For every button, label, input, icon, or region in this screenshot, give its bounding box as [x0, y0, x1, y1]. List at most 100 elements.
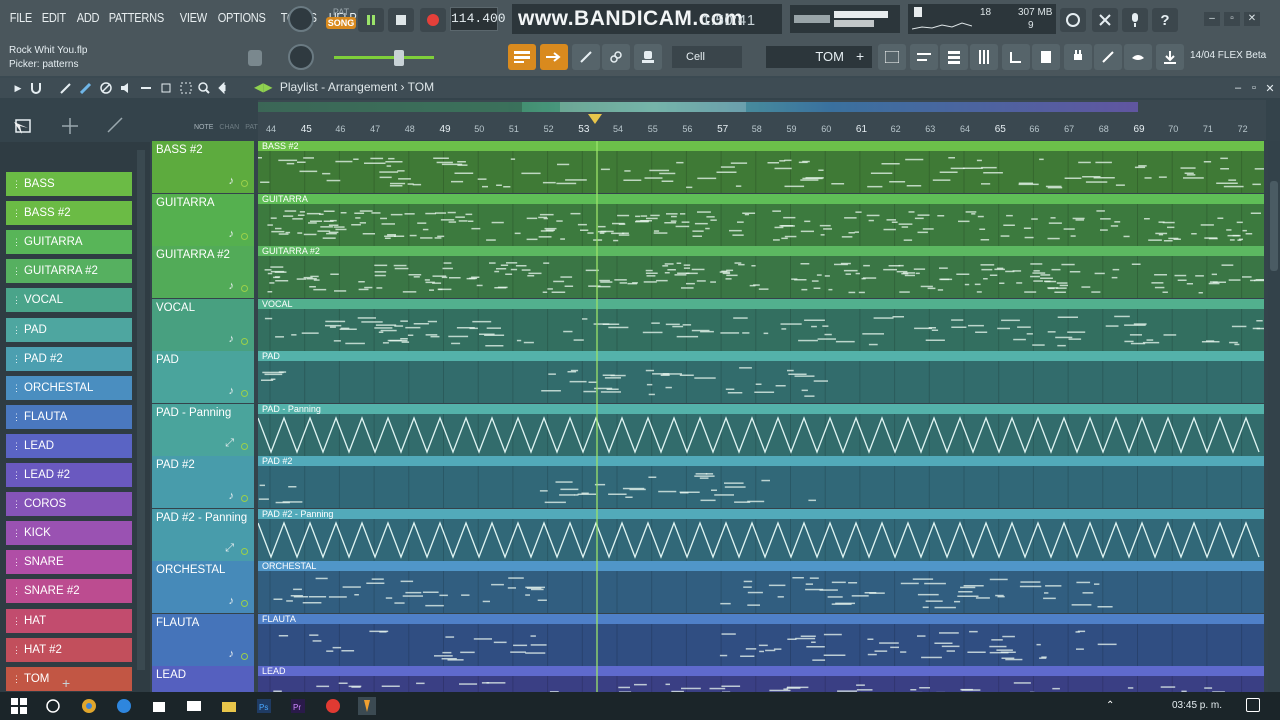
magnet-icon[interactable] [28, 80, 44, 96]
playlist-track[interactable]: PAD ♪ PAD [152, 351, 1268, 403]
project-button[interactable] [1032, 44, 1060, 70]
playlist-menu-arrow-icon[interactable]: ▶ [10, 80, 26, 96]
playlist-track[interactable]: PAD #2 - Panning ⤢ PAD #2 - Panning [152, 508, 1268, 561]
track-mute-led[interactable] [241, 495, 248, 502]
notification-icon[interactable] [1246, 698, 1260, 712]
menu-add[interactable]: ADD [75, 10, 101, 25]
playlist-track[interactable]: GUITARRA ♪ GUITARRA [152, 193, 1268, 246]
tray-arrow-icon[interactable]: ⌃ [1106, 700, 1114, 711]
playlist-window-button[interactable] [878, 44, 906, 70]
record-button[interactable] [420, 8, 446, 32]
add-pattern-button[interactable]: + [856, 48, 864, 64]
channel-rack-button[interactable] [940, 44, 968, 70]
track-header[interactable]: LEAD♪ [152, 666, 254, 692]
automation-clip[interactable]: PAD - Panning [258, 403, 1264, 456]
premiere-icon[interactable]: Pr [289, 697, 307, 715]
picker-item[interactable]: ⋮ PAD #2 [6, 346, 132, 371]
track-header[interactable]: BASS #2 ♪ [152, 141, 254, 193]
playlist-track[interactable]: PAD - Panning ⤢ PAD - Panning [152, 403, 1268, 456]
select-icon[interactable] [178, 80, 194, 96]
tempo-tapper-button[interactable] [1094, 44, 1122, 70]
slip-icon[interactable] [138, 80, 154, 96]
picker-item[interactable]: ⋮ HAT [6, 608, 132, 633]
picker-item[interactable]: ⋮ FLAUTA [6, 404, 132, 429]
menu-patterns[interactable]: PATTERNS [107, 10, 166, 25]
menu-edit[interactable]: EDIT [40, 10, 68, 25]
pattern-clip[interactable]: PAD #2 [258, 456, 1264, 508]
playlist-track[interactable]: LEAD♪LEAD [152, 666, 1268, 692]
song-mode-label[interactable]: SONG [326, 17, 356, 29]
mail-icon[interactable] [185, 697, 203, 715]
playlist-maximize-button[interactable]: ▫ [1246, 80, 1262, 96]
edge-icon[interactable] [115, 697, 133, 715]
track-mute-led[interactable] [241, 390, 248, 397]
track-header[interactable]: PAD #2 - Panning ⤢ [152, 508, 254, 561]
snap-selector[interactable]: Cell [672, 46, 742, 68]
mute-tool-icon[interactable] [118, 80, 134, 96]
picker-item[interactable]: ⋮ HAT #2 [6, 637, 132, 662]
track-mute-led[interactable] [241, 285, 248, 292]
pattern-clip[interactable]: ORCHESTAL [258, 561, 1264, 613]
master-volume-knob[interactable] [288, 6, 314, 32]
track-header[interactable]: VOCAL ♪ [152, 298, 254, 351]
playlist-track[interactable]: ORCHESTAL ♪ ORCHESTAL [152, 561, 1268, 613]
piano-roll-button[interactable] [910, 44, 938, 70]
track-header[interactable]: PAD ♪ [152, 351, 254, 403]
store-icon[interactable] [150, 697, 168, 715]
menu-view[interactable]: VIEW [178, 10, 209, 25]
help-button[interactable]: ? [1152, 8, 1178, 32]
playlist-close-button[interactable]: ✕ [1262, 80, 1278, 96]
picker-item[interactable]: ⋮ GUITARRA [6, 230, 132, 255]
picker-item[interactable]: ⋮ COROS [6, 492, 132, 517]
playlist-minimize-button[interactable]: – [1230, 80, 1246, 96]
playlist-mode-button[interactable] [508, 44, 536, 70]
picker-item[interactable]: ⋮ GUITARRA #2 [6, 259, 132, 284]
picker-item[interactable]: ⋮ VOCAL [6, 288, 132, 313]
time-display[interactable]: www.BANDICAM.com 1:50:41 [512, 4, 782, 34]
picker-item[interactable]: ⋮ SNARE [6, 550, 132, 575]
mixer-button[interactable] [970, 44, 998, 70]
explorer-icon[interactable] [220, 697, 238, 715]
track-header[interactable]: GUITARRA #2 ♪ [152, 246, 254, 298]
playlist-track[interactable]: GUITARRA #2 ♪ GUITARRA #2 [152, 246, 1268, 298]
pattern-clip[interactable]: BASS #2 [258, 141, 1264, 193]
track-header[interactable]: ORCHESTAL ♪ [152, 561, 254, 613]
bandicam-icon[interactable] [324, 697, 342, 715]
pause-button[interactable] [358, 8, 384, 32]
track-mute-led[interactable] [241, 232, 248, 240]
track-mute-led[interactable] [241, 337, 248, 345]
news-ticker[interactable]: 14/04 FLEX Beta [1190, 50, 1266, 61]
pattern-clip[interactable]: PAD [258, 351, 1264, 403]
search-icon[interactable] [44, 697, 62, 715]
picker-item[interactable]: ⋮ LEAD [6, 433, 132, 458]
playlist-track[interactable]: BASS #2 ♪ BASS #2 [152, 141, 1268, 193]
photoshop-icon[interactable]: Ps [255, 697, 273, 715]
minimize-button[interactable]: – [1204, 12, 1220, 26]
pat-song-toggle[interactable]: PAT SONG [326, 7, 356, 33]
master-pitch-knob[interactable] [288, 44, 314, 70]
picker-item[interactable]: ⋮ BASS #2 [6, 201, 132, 226]
playback-icon[interactable] [216, 80, 232, 96]
stop-button[interactable] [388, 8, 414, 32]
track-mute-led[interactable] [241, 652, 248, 660]
pattern-clip[interactable]: FLAUTA [258, 613, 1264, 666]
tools-button[interactable] [1092, 8, 1118, 32]
pattern-clip[interactable]: LEAD [258, 666, 1264, 692]
maximize-button[interactable]: ▫ [1224, 12, 1240, 26]
track-header[interactable]: PAD - Panning ⤢ [152, 403, 254, 456]
render-button[interactable] [1124, 44, 1152, 70]
lock-icon[interactable] [248, 50, 262, 66]
menu-options[interactable]: OPTIONS [216, 10, 267, 25]
main-pitch-slider[interactable] [394, 50, 404, 66]
track-header[interactable]: FLAUTA ♪ [152, 613, 254, 666]
audio-input-button[interactable] [1122, 8, 1148, 32]
picker-scrollbar[interactable] [137, 150, 145, 670]
pattern-clip[interactable]: VOCAL [258, 298, 1264, 351]
zoom-icon[interactable] [196, 80, 212, 96]
track-mute-led[interactable] [241, 442, 248, 450]
automation-clip[interactable]: PAD #2 - Panning [258, 508, 1264, 561]
picker-item[interactable]: ⋮ BASS [6, 172, 132, 196]
step-edit-button[interactable] [540, 44, 568, 70]
track-header[interactable]: PAD #2 ♪ [152, 456, 254, 508]
track-mute-led[interactable] [241, 600, 248, 607]
